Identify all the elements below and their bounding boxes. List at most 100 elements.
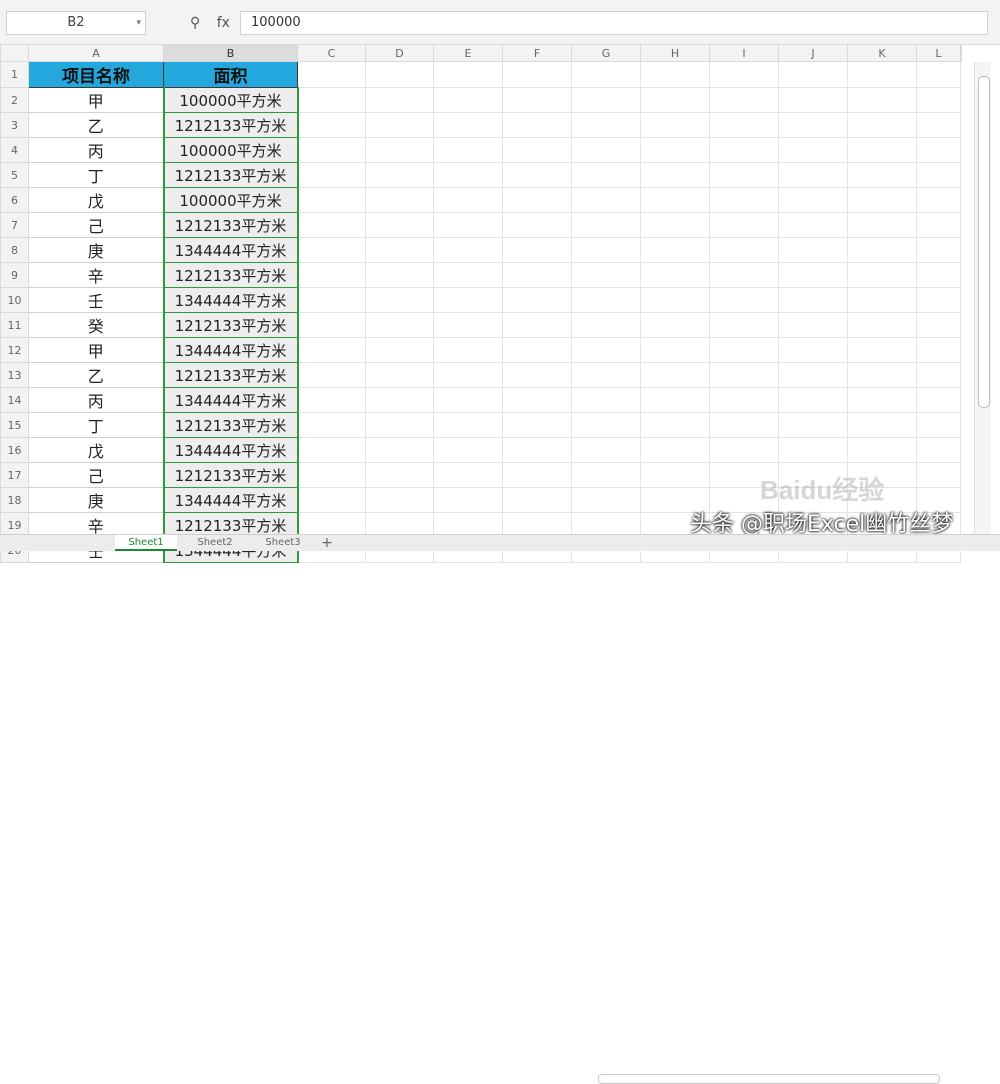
- scrollbar-thumb[interactable]: [978, 76, 990, 408]
- cell[interactable]: [365, 412, 434, 438]
- cell[interactable]: [709, 362, 779, 388]
- column-header-e[interactable]: E: [433, 44, 503, 62]
- cell[interactable]: [433, 61, 503, 88]
- cell[interactable]: [433, 187, 503, 213]
- cell[interactable]: [433, 137, 503, 163]
- cell[interactable]: [571, 287, 641, 313]
- cell-project-name[interactable]: 辛: [28, 262, 164, 288]
- cell[interactable]: [778, 312, 848, 338]
- cell[interactable]: [365, 312, 434, 338]
- cell[interactable]: [365, 462, 434, 488]
- cell-project-name[interactable]: 甲: [28, 87, 164, 113]
- cell[interactable]: [640, 387, 710, 413]
- cell[interactable]: [916, 137, 961, 163]
- cell[interactable]: [502, 137, 572, 163]
- cell[interactable]: [640, 237, 710, 263]
- cell-project-name[interactable]: 戊: [28, 437, 164, 463]
- cell[interactable]: [640, 187, 710, 213]
- cell[interactable]: [847, 112, 917, 138]
- sheet-tab-2[interactable]: Sheet2: [182, 535, 248, 551]
- cell[interactable]: [640, 412, 710, 438]
- chevron-down-icon[interactable]: ▾: [136, 12, 141, 34]
- cell[interactable]: [640, 312, 710, 338]
- cell[interactable]: [571, 112, 641, 138]
- cell[interactable]: [571, 137, 641, 163]
- row-header[interactable]: 1: [0, 61, 29, 88]
- cell[interactable]: [916, 262, 961, 288]
- row-header[interactable]: 11: [0, 312, 29, 338]
- cell-area[interactable]: 100000平方米: [162, 187, 299, 213]
- cell-area[interactable]: 1344444平方米: [162, 387, 299, 413]
- column-header-j[interactable]: J: [778, 44, 848, 62]
- row-header[interactable]: 18: [0, 487, 29, 513]
- column-header-b[interactable]: B: [163, 44, 298, 62]
- cell[interactable]: [433, 462, 503, 488]
- cell[interactable]: [297, 362, 366, 388]
- magnifier-icon[interactable]: ⚲: [190, 15, 200, 31]
- cell[interactable]: [778, 162, 848, 188]
- cell[interactable]: [297, 237, 366, 263]
- cell-area[interactable]: 1344444平方米: [162, 237, 299, 263]
- cell[interactable]: [640, 61, 710, 88]
- cell[interactable]: [433, 437, 503, 463]
- cell[interactable]: [847, 87, 917, 113]
- cell[interactable]: [847, 137, 917, 163]
- cell-area[interactable]: 1212133平方米: [162, 112, 299, 138]
- cell[interactable]: [433, 337, 503, 363]
- cell[interactable]: [571, 462, 641, 488]
- cell[interactable]: [916, 237, 961, 263]
- cell[interactable]: [571, 337, 641, 363]
- cell-area[interactable]: 1212133平方米: [162, 462, 299, 488]
- cell[interactable]: [916, 187, 961, 213]
- formula-input[interactable]: 100000: [240, 11, 988, 35]
- cell[interactable]: [365, 162, 434, 188]
- cell[interactable]: [365, 237, 434, 263]
- cell[interactable]: [709, 61, 779, 88]
- cell[interactable]: [847, 412, 917, 438]
- cell[interactable]: [916, 162, 961, 188]
- cell[interactable]: [297, 112, 366, 138]
- cell[interactable]: [365, 337, 434, 363]
- cell[interactable]: [433, 237, 503, 263]
- cell[interactable]: [365, 437, 434, 463]
- horizontal-scrollbar[interactable]: [598, 1074, 940, 1084]
- cell-project-name[interactable]: 丁: [28, 162, 164, 188]
- cell[interactable]: [571, 187, 641, 213]
- cell[interactable]: [847, 312, 917, 338]
- cell[interactable]: [778, 437, 848, 463]
- row-header[interactable]: 10: [0, 287, 29, 313]
- row-header[interactable]: 16: [0, 437, 29, 463]
- cell[interactable]: [365, 87, 434, 113]
- cell[interactable]: [365, 187, 434, 213]
- cell[interactable]: [916, 437, 961, 463]
- cell[interactable]: [433, 212, 503, 238]
- cell[interactable]: [847, 61, 917, 88]
- column-header-g[interactable]: G: [571, 44, 641, 62]
- cell[interactable]: [571, 262, 641, 288]
- cell[interactable]: [571, 87, 641, 113]
- column-header-a[interactable]: A: [28, 44, 164, 62]
- cell[interactable]: [640, 137, 710, 163]
- cell[interactable]: [916, 287, 961, 313]
- cell[interactable]: [916, 337, 961, 363]
- cell[interactable]: [916, 387, 961, 413]
- cell-area[interactable]: 1344444平方米: [162, 287, 299, 313]
- cell[interactable]: [571, 162, 641, 188]
- cell[interactable]: [778, 61, 848, 88]
- cell-project-name[interactable]: 甲: [28, 337, 164, 363]
- cell-area[interactable]: 1344444平方米: [162, 437, 299, 463]
- cell-area[interactable]: 100000平方米: [162, 137, 299, 163]
- cell-project-name[interactable]: 己: [28, 212, 164, 238]
- cell[interactable]: [502, 112, 572, 138]
- cell[interactable]: [847, 337, 917, 363]
- row-header[interactable]: 17: [0, 462, 29, 488]
- cell[interactable]: [571, 362, 641, 388]
- cell-area[interactable]: 100000平方米: [162, 87, 299, 113]
- row-header[interactable]: 15: [0, 412, 29, 438]
- cell-area[interactable]: 1344444平方米: [162, 337, 299, 363]
- column-header-d[interactable]: D: [365, 44, 434, 62]
- select-all-corner[interactable]: [0, 44, 29, 62]
- cell[interactable]: [297, 61, 366, 88]
- cell[interactable]: [709, 212, 779, 238]
- cell[interactable]: [640, 337, 710, 363]
